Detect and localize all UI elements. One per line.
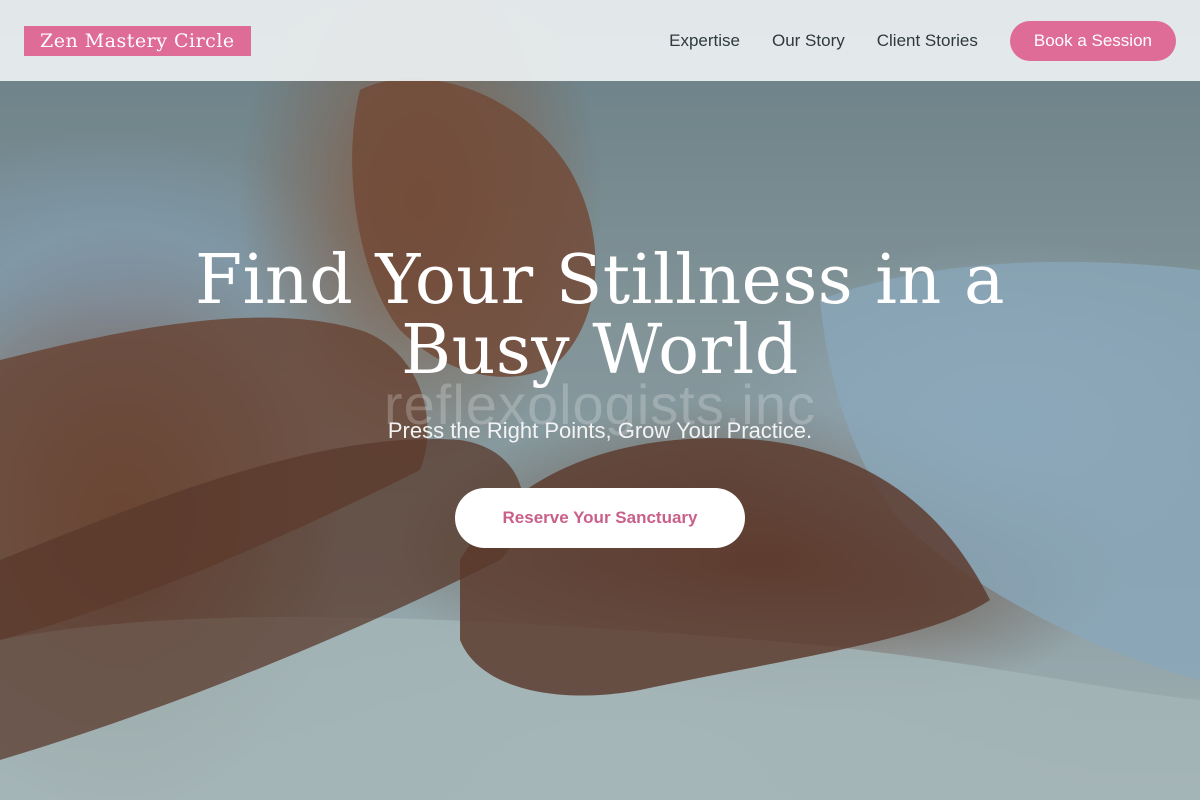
hero-subtitle: Press the Right Points, Grow Your Practi… bbox=[387, 418, 813, 443]
nav-link-expertise[interactable]: Expertise bbox=[669, 31, 740, 51]
nav-link-our-story[interactable]: Our Story bbox=[772, 31, 845, 51]
book-session-button[interactable]: Book a Session bbox=[1009, 20, 1176, 61]
brand-logo[interactable]: Zen Mastery Circle bbox=[24, 25, 251, 56]
reserve-sanctuary-button[interactable]: Reserve Your Sanctuary bbox=[455, 488, 745, 548]
nav-link-client-stories[interactable]: Client Stories bbox=[877, 31, 978, 51]
hero-title: Find Your Stillness in a Busy World bbox=[194, 241, 1005, 390]
hero-section: reflexologists.inc Find Your Stillness i… bbox=[0, 246, 1200, 548]
site-header: Zen Mastery Circle Expertise Our Story C… bbox=[0, 0, 1200, 81]
main-nav: Expertise Our Story Client Stories Book … bbox=[669, 20, 1176, 61]
